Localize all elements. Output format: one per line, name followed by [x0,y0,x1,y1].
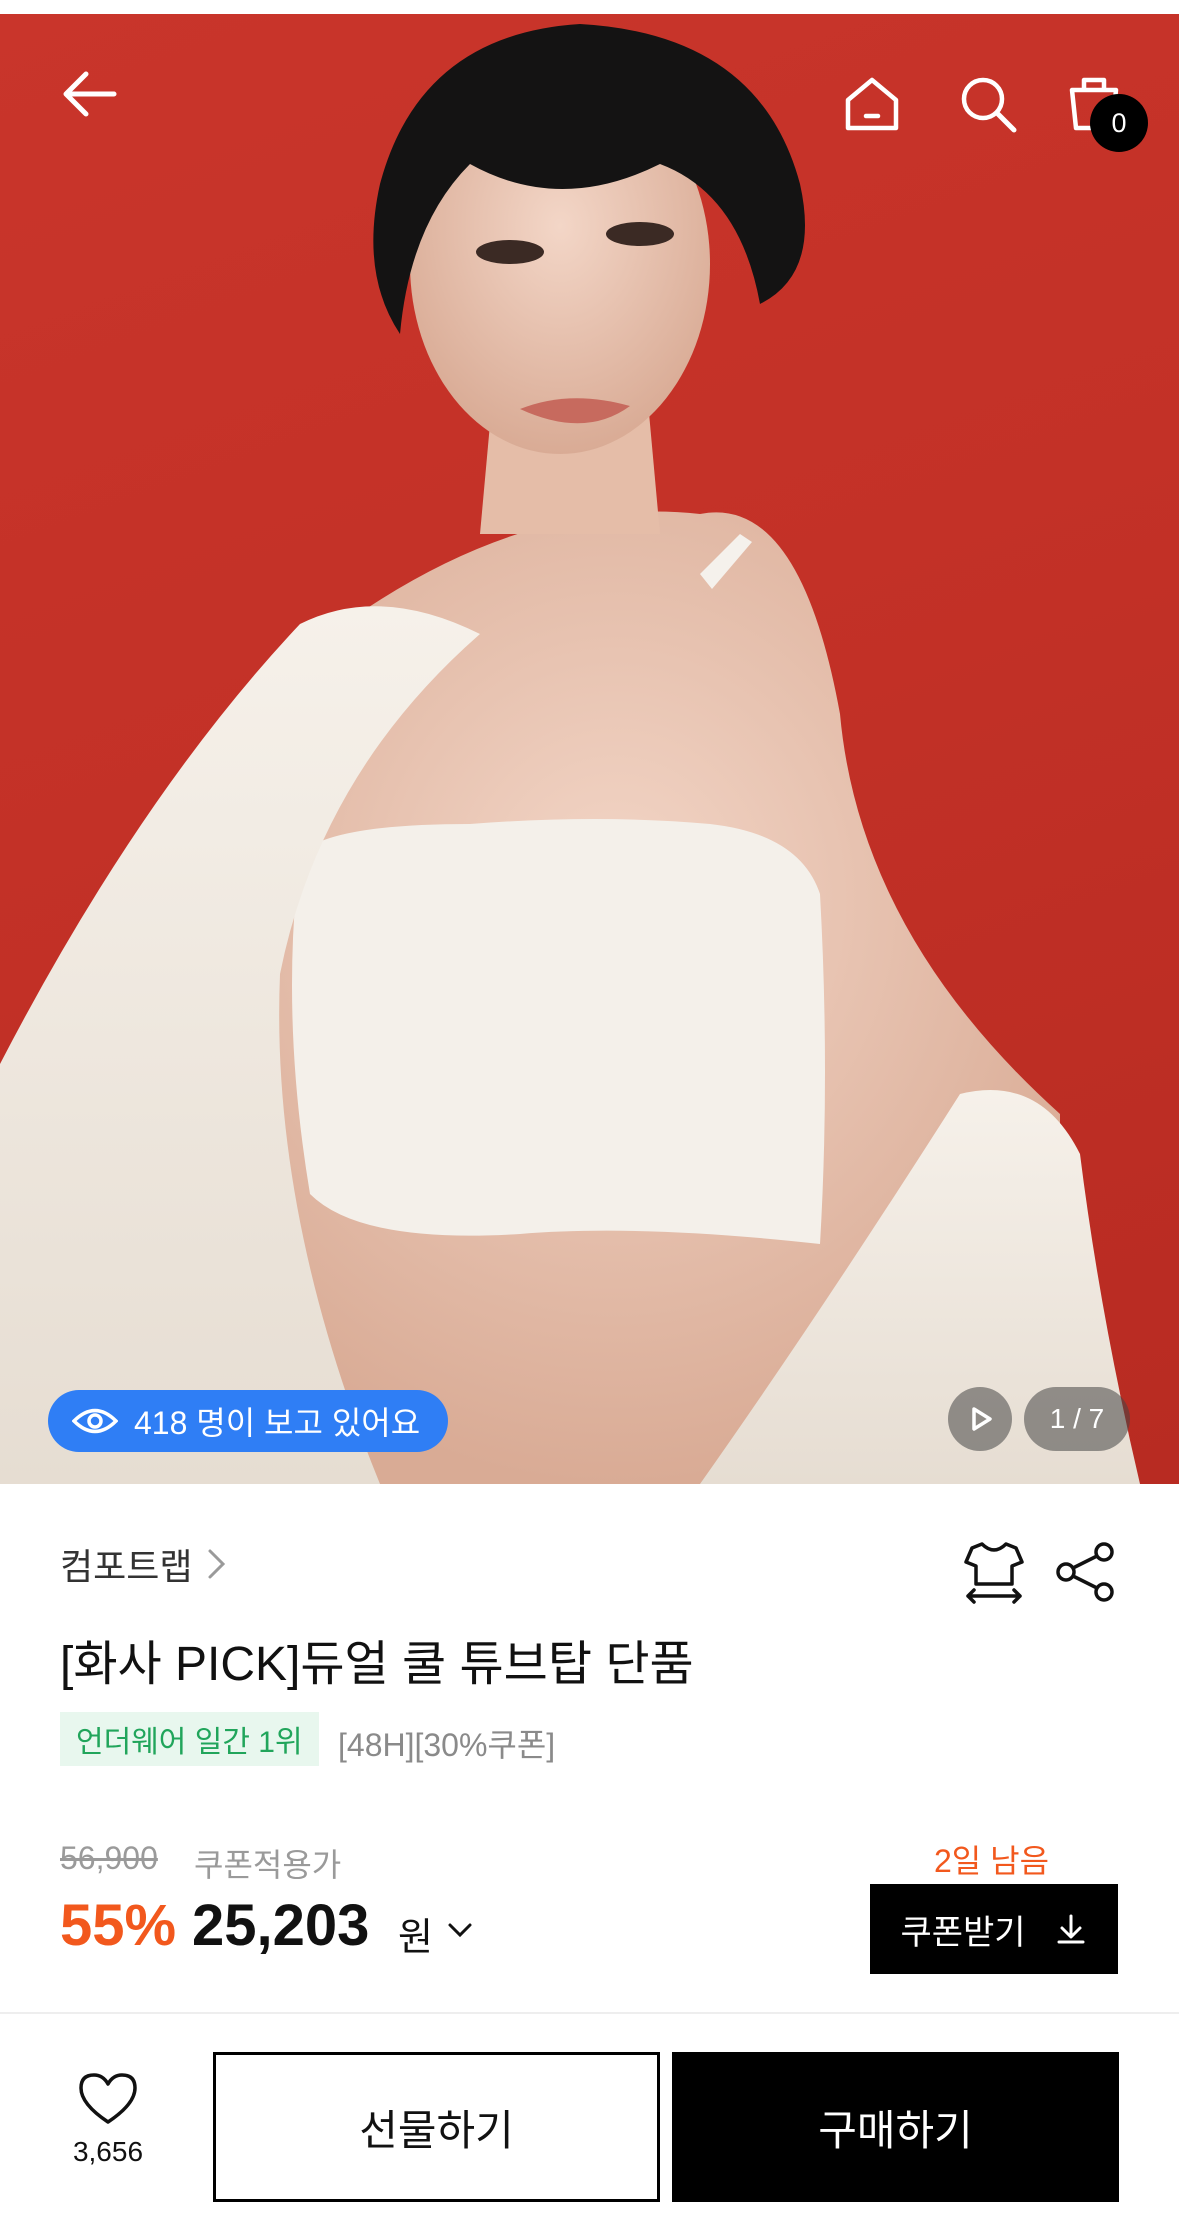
home-button[interactable] [832,64,912,144]
buy-button[interactable]: 구매하기 [672,2052,1119,2202]
arrow-left-icon [63,71,117,117]
share-button[interactable] [1050,1536,1122,1608]
divider [0,2012,1179,2014]
currency-unit: 원 [398,1917,433,1959]
product-title: [화사 PICK]듀얼 쿨 튜브탑 단품 [60,1638,694,1691]
share-icon [1056,1542,1114,1602]
shirt-size-icon [964,1542,1024,1604]
home-icon [845,77,899,131]
coupon-days-left: 2일 남음 [934,1843,1050,1879]
original-price: 56,900 [60,1840,158,1876]
discount-rate: 55% [60,1893,177,1958]
model-photo [0,24,1140,1484]
like-count: 3,656 [72,2136,144,2167]
sale-price: 25,203 [192,1893,370,1958]
download-icon [1057,1914,1085,1944]
product-image[interactable] [0,14,1179,1484]
gift-button[interactable]: 선물하기 [213,2052,660,2202]
viewers-text: 418 명이 보고 있어요 [134,1405,421,1441]
eye-icon [72,1408,118,1434]
search-icon [961,77,1017,133]
get-coupon-button[interactable]: 쿠폰받기 [870,1884,1118,1974]
heart-icon [79,2073,137,2124]
play-video-button[interactable] [948,1387,1012,1451]
search-button[interactable] [948,64,1028,144]
brand-name: 컴포트랩 [60,1546,193,1587]
coupon-button-label: 쿠폰받기 [900,1913,1026,1952]
size-fit-button[interactable] [958,1534,1030,1606]
brand-link[interactable]: 컴포트랩 [60,1538,228,1590]
back-button[interactable] [50,54,130,134]
viewers-badge: 418 명이 보고 있어요 [48,1390,449,1452]
like-button[interactable]: 3,656 [40,2070,176,2210]
promo-tags: [48H][30%쿠폰] [338,1727,556,1763]
chevron-down-icon[interactable] [444,1914,476,1946]
top-nav: 0 [0,14,1179,174]
play-icon [972,1407,992,1431]
coupon-price-label: 쿠폰적용가 [194,1847,342,1883]
chevron-right-icon [208,1549,226,1579]
rank-badge[interactable]: 언더웨어 일간 1위 [60,1712,319,1766]
cart-count-badge: 0 [1090,94,1148,152]
image-counter: 1 / 7 [1024,1387,1130,1451]
